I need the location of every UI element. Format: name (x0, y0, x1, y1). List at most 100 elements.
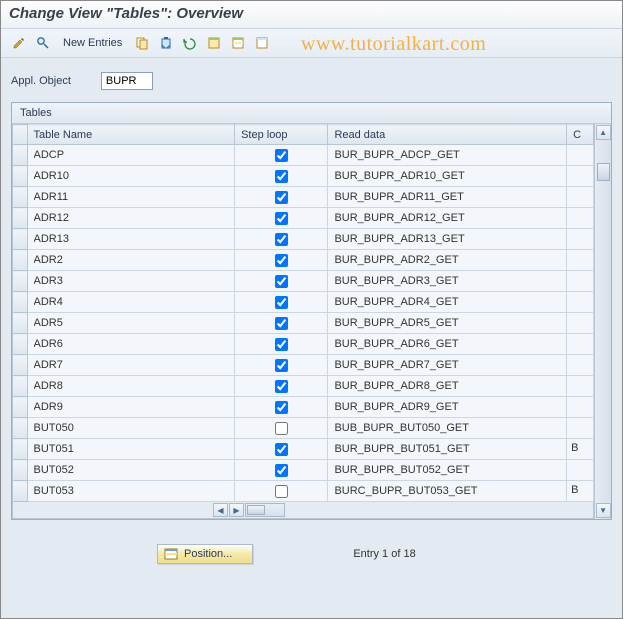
step-loop-checkbox[interactable] (275, 380, 288, 393)
undo-change-icon[interactable] (180, 33, 200, 53)
c-cell[interactable] (567, 334, 593, 354)
table-name-input[interactable] (28, 481, 235, 501)
c-cell[interactable] (567, 460, 593, 480)
row-selector[interactable] (13, 481, 28, 502)
row-selector[interactable] (13, 397, 28, 418)
step-loop-checkbox[interactable] (275, 317, 288, 330)
c-cell[interactable] (567, 187, 593, 207)
hscroll-right-icon[interactable]: ▶ (229, 503, 244, 517)
read-data-input[interactable] (328, 376, 566, 396)
vscroll-down-icon[interactable]: ▼ (596, 503, 611, 518)
step-loop-checkbox[interactable] (275, 149, 288, 162)
row-selector[interactable] (13, 271, 28, 292)
step-loop-checkbox[interactable] (275, 191, 288, 204)
table-name-input[interactable] (28, 250, 235, 270)
c-cell[interactable] (567, 313, 593, 333)
table-name-input[interactable] (28, 418, 235, 438)
step-loop-checkbox[interactable] (275, 275, 288, 288)
step-loop-checkbox[interactable] (275, 422, 288, 435)
c-cell[interactable] (567, 208, 593, 228)
row-selector[interactable] (13, 334, 28, 355)
read-data-input[interactable] (328, 166, 566, 186)
step-loop-checkbox[interactable] (275, 485, 288, 498)
step-loop-checkbox[interactable] (275, 296, 288, 309)
table-name-input[interactable] (28, 187, 235, 207)
row-selector[interactable] (13, 313, 28, 334)
step-loop-checkbox[interactable] (275, 359, 288, 372)
read-data-input[interactable] (328, 250, 566, 270)
row-selector[interactable] (13, 229, 28, 250)
c-cell[interactable] (567, 418, 593, 438)
table-name-input[interactable] (28, 271, 235, 291)
read-data-input[interactable] (328, 460, 566, 480)
c-cell[interactable] (567, 292, 593, 312)
column-c[interactable]: C (567, 125, 594, 145)
c-cell[interactable] (567, 229, 593, 249)
step-loop-checkbox[interactable] (275, 464, 288, 477)
table-name-input[interactable] (28, 397, 235, 417)
row-selector[interactable] (13, 292, 28, 313)
table-name-input[interactable] (28, 439, 235, 459)
c-cell[interactable] (567, 166, 593, 186)
row-selector[interactable] (13, 145, 28, 166)
table-name-input[interactable] (28, 376, 235, 396)
vscroll-thumb[interactable] (597, 163, 610, 181)
table-name-input[interactable] (28, 334, 235, 354)
row-selector[interactable] (13, 376, 28, 397)
step-loop-checkbox[interactable] (275, 254, 288, 267)
c-cell[interactable] (567, 145, 593, 165)
table-name-input[interactable] (28, 313, 235, 333)
table-name-input[interactable] (28, 355, 235, 375)
read-data-input[interactable] (328, 397, 566, 417)
copy-as-icon[interactable] (132, 33, 152, 53)
c-cell[interactable]: B (567, 481, 593, 501)
step-loop-checkbox[interactable] (275, 401, 288, 414)
hscroll-track[interactable] (245, 503, 285, 517)
row-selector[interactable] (13, 250, 28, 271)
position-button[interactable]: Position... (157, 544, 253, 564)
read-data-input[interactable] (328, 481, 566, 501)
hscroll-thumb[interactable] (247, 505, 265, 515)
table-name-input[interactable] (28, 208, 235, 228)
table-name-input[interactable] (28, 145, 235, 165)
row-selector[interactable] (13, 418, 28, 439)
table-name-input[interactable] (28, 460, 235, 480)
c-cell[interactable] (567, 271, 593, 291)
vscroll-up-icon[interactable]: ▲ (596, 125, 611, 140)
delete-icon[interactable] (156, 33, 176, 53)
row-selector[interactable] (13, 460, 28, 481)
read-data-input[interactable] (328, 208, 566, 228)
row-selector[interactable] (13, 187, 28, 208)
select-block-icon[interactable] (228, 33, 248, 53)
appl-object-input[interactable] (101, 72, 153, 90)
c-cell[interactable] (567, 250, 593, 270)
read-data-input[interactable] (328, 334, 566, 354)
read-data-input[interactable] (328, 313, 566, 333)
step-loop-checkbox[interactable] (275, 212, 288, 225)
c-cell[interactable] (567, 355, 593, 375)
column-read-data[interactable]: Read data (328, 125, 567, 145)
c-cell[interactable] (567, 376, 593, 396)
column-selector[interactable] (13, 125, 28, 145)
column-step-loop[interactable]: Step loop (235, 125, 328, 145)
toggle-display-change-icon[interactable] (9, 33, 29, 53)
step-loop-checkbox[interactable] (275, 338, 288, 351)
column-table-name[interactable]: Table Name (27, 125, 235, 145)
c-cell[interactable] (567, 397, 593, 417)
row-selector[interactable] (13, 439, 28, 460)
step-loop-checkbox[interactable] (275, 170, 288, 183)
step-loop-checkbox[interactable] (275, 233, 288, 246)
row-selector[interactable] (13, 355, 28, 376)
read-data-input[interactable] (328, 229, 566, 249)
read-data-input[interactable] (328, 355, 566, 375)
read-data-input[interactable] (328, 187, 566, 207)
read-data-input[interactable] (328, 418, 566, 438)
table-name-input[interactable] (28, 292, 235, 312)
horizontal-scrollbar[interactable]: ◀ ▶ (13, 503, 593, 517)
new-entries-button[interactable]: New Entries (57, 35, 128, 51)
hscroll-left-icon[interactable]: ◀ (213, 503, 228, 517)
vertical-scrollbar[interactable]: ▲ ▼ (594, 124, 611, 519)
row-selector[interactable] (13, 166, 28, 187)
read-data-input[interactable] (328, 439, 566, 459)
vscroll-track[interactable] (596, 141, 611, 502)
